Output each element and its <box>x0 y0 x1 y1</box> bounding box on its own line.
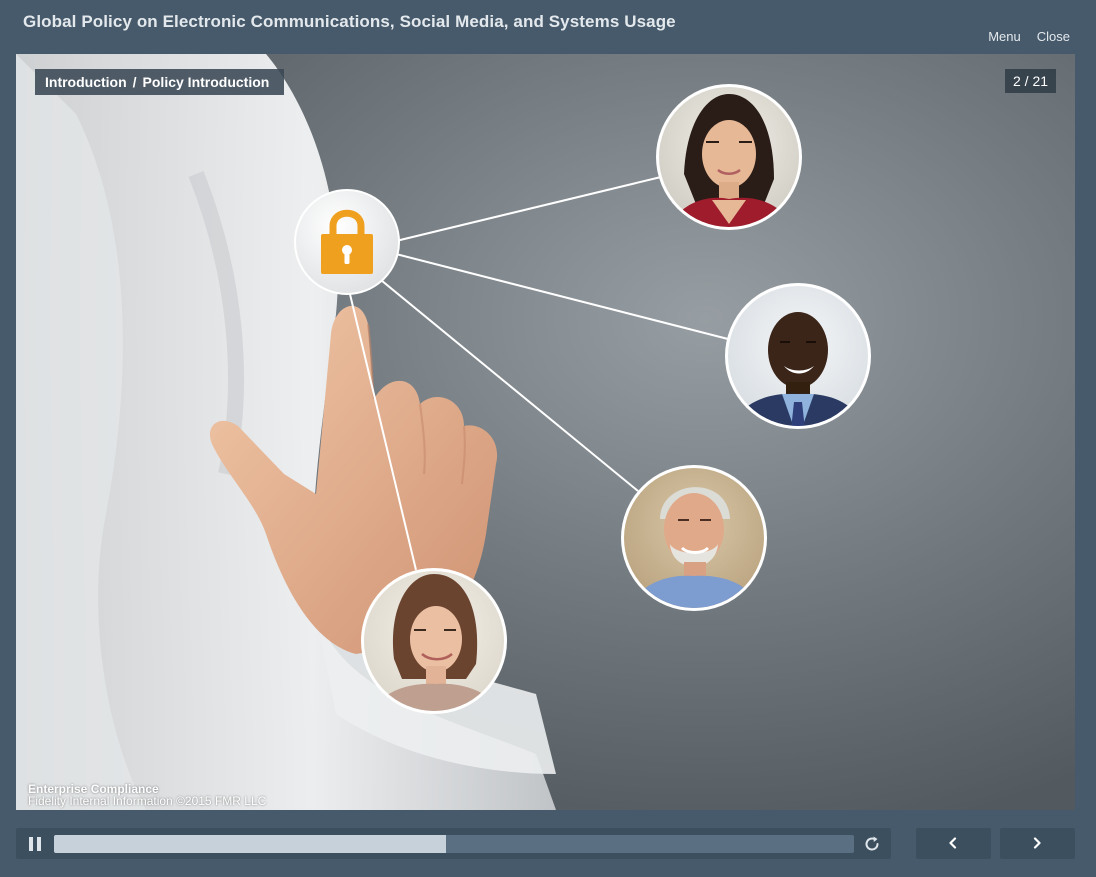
slide-footer: Enterprise Compliance Fidelity Internal … <box>28 783 266 807</box>
breadcrumb-section: Introduction <box>45 74 127 90</box>
top-navigation: Menu Close <box>988 29 1070 44</box>
menu-link[interactable]: Menu <box>988 29 1021 44</box>
breadcrumb: Introduction / Policy Introduction <box>35 69 285 95</box>
pause-icon-bar <box>37 837 41 851</box>
slide-counter: 2 / 21 <box>1005 69 1056 93</box>
course-title: Global Policy on Electronic Communicatio… <box>23 12 676 31</box>
replay-button[interactable] <box>862 834 882 854</box>
footer-legal: Fidelity Internal Information ©2015 FMR … <box>28 794 267 808</box>
slide-stage: Introduction / Policy Introduction 2 / 21 … <box>16 54 1075 810</box>
replay-icon <box>865 836 879 851</box>
next-chevron-icon <box>1033 837 1041 849</box>
playback-bar <box>16 828 891 859</box>
padlock-icon <box>294 189 400 295</box>
pause-icon <box>29 837 33 851</box>
previous-button[interactable] <box>916 828 991 859</box>
pause-button[interactable] <box>24 835 46 853</box>
breadcrumb-separator: / <box>132 74 137 90</box>
close-link[interactable]: Close <box>1037 29 1070 44</box>
progress-fill <box>54 835 446 853</box>
previous-chevron-icon <box>949 837 957 849</box>
next-button[interactable] <box>1000 828 1075 859</box>
progress-bar[interactable] <box>54 835 854 853</box>
slide-illustration <box>16 54 1075 810</box>
course-player: Global Policy on Electronic Communicatio… <box>0 0 1096 877</box>
breadcrumb-page: Policy Introduction <box>142 74 270 90</box>
